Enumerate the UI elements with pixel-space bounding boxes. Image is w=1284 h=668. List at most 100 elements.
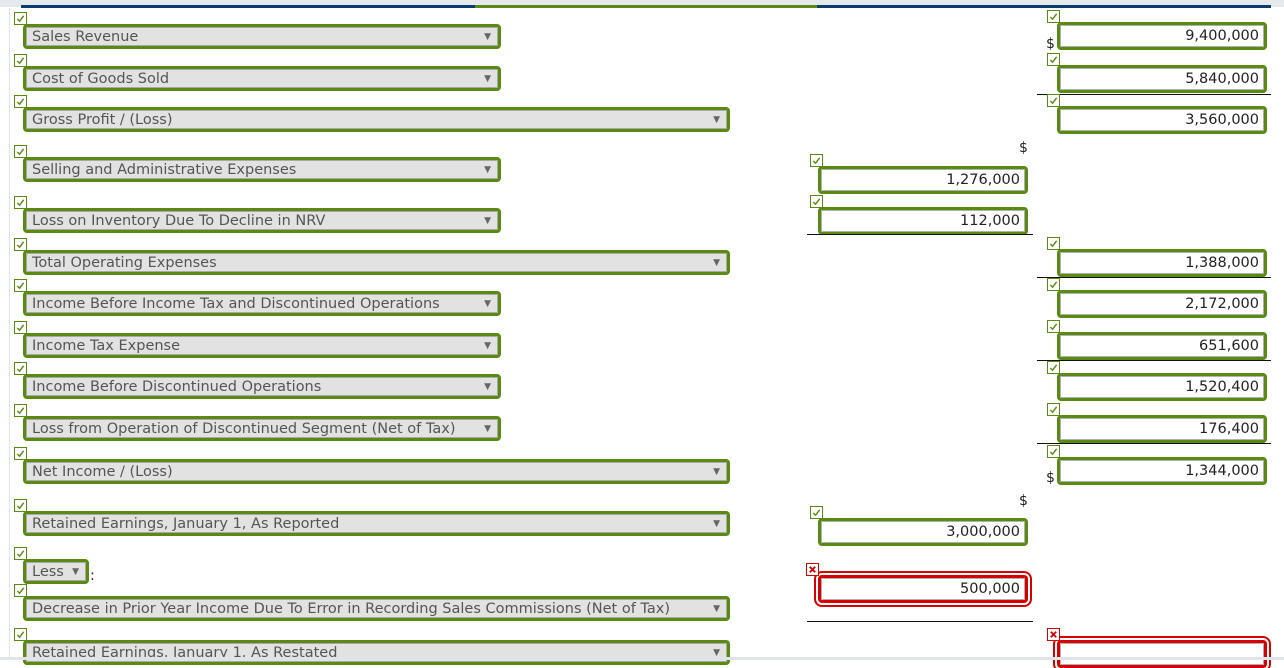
row-1-account-dropdown[interactable]: Sales Revenue ▼ (23, 24, 501, 49)
row-12-amount-input-value: 3,000,000 (946, 524, 1020, 540)
chevron-down-icon: ▼ (484, 31, 491, 42)
row-4-amount-input[interactable]: 1,276,000 (818, 166, 1028, 194)
row-12-account-dropdown[interactable]: Retained Earnings, January 1, As Reporte… (23, 511, 730, 536)
account-label: Income Before Discontinued Operations (32, 378, 322, 395)
account-label: Retained Earnings, January 1, As Reporte… (32, 515, 340, 532)
left-rail (9, 8, 10, 660)
row-10-total-input[interactable]: 176,400 (1057, 415, 1267, 443)
row-11-total-input[interactable]: 1,344,000 (1057, 457, 1267, 485)
row-15-account-dropdown[interactable]: Retained Earnings, January 1, As Restate… (23, 640, 730, 665)
row-12-amount-input[interactable]: 3,000,000 (818, 518, 1028, 546)
row-10-total-input-value: 176,400 (1199, 421, 1259, 437)
row-11-total-input-value: 1,344,000 (1185, 463, 1259, 479)
correct-check-icon (1047, 278, 1060, 291)
row-8-total-input-value: 651,600 (1199, 338, 1259, 354)
row-6-total-input-value: 1,388,000 (1185, 255, 1259, 271)
row-14-amount-input[interactable]: 500,000 (814, 571, 1032, 607)
chevron-down-icon: ▼ (484, 73, 491, 84)
chevron-down-icon: ▼ (484, 298, 491, 309)
row-3-account-dropdown[interactable]: Gross Profit / (Loss) ▼ (23, 107, 730, 132)
top-progress-bar (0, 0, 1284, 8)
row-1-total-input-value: 9,400,000 (1185, 28, 1259, 44)
row-11-account-dropdown[interactable]: Net Income / (Loss) ▼ (23, 459, 730, 484)
row-7-account-dropdown[interactable]: Income Before Income Tax and Discontinue… (23, 291, 501, 316)
account-label: Income Tax Expense (32, 337, 181, 354)
correct-check-icon (14, 321, 27, 334)
row-4-account-dropdown[interactable]: Selling and Administrative Expenses ▼ (23, 157, 501, 182)
correct-check-icon (1047, 445, 1060, 458)
row-2-total-input-value: 5,840,000 (1185, 71, 1259, 87)
correct-check-icon (14, 362, 27, 375)
correct-check-icon (14, 238, 27, 251)
account-label: Income Before Income Tax and Discontinue… (32, 295, 440, 312)
chevron-down-icon: ▼ (713, 257, 720, 268)
correct-check-icon (14, 145, 27, 158)
correct-check-icon (1047, 320, 1060, 333)
correct-check-icon (14, 547, 27, 560)
correct-check-icon (14, 279, 27, 292)
chevron-down-icon: ▼ (484, 340, 491, 351)
chevron-down-icon: ▼ (484, 215, 491, 226)
row-5-amount-input-value: 112,000 (960, 213, 1020, 229)
correct-check-icon (14, 54, 27, 67)
correct-check-icon (14, 404, 27, 417)
row-2-account-dropdown[interactable]: Cost of Goods Sold ▼ (23, 66, 501, 91)
row-2-total-input[interactable]: 5,840,000 (1057, 65, 1267, 93)
correct-check-icon (1047, 361, 1060, 374)
correct-check-icon (14, 95, 27, 108)
row-1-total-input[interactable]: 9,400,000 (1057, 22, 1267, 50)
correct-check-icon (1047, 237, 1060, 250)
incorrect-x-icon (1047, 628, 1060, 641)
account-label: Decrease in Prior Year Income Due To Err… (32, 600, 671, 617)
correct-check-icon (14, 447, 27, 460)
row-10-account-dropdown[interactable]: Loss from Operation of Discontinued Segm… (23, 416, 501, 441)
account-label: Loss on Inventory Due To Decline in NRV (32, 212, 326, 229)
row-6-total-input[interactable]: 1,388,000 (1057, 249, 1267, 277)
row-9-total-input[interactable]: 1,520,400 (1057, 373, 1267, 401)
row-5-account-dropdown[interactable]: Loss on Inventory Due To Decline in NRV ▼ (23, 208, 501, 233)
account-label: Less (32, 563, 64, 580)
correct-check-icon (14, 12, 27, 25)
correct-check-icon (1047, 10, 1060, 23)
chevron-down-icon: ▼ (484, 164, 491, 175)
row-6-account-dropdown[interactable]: Total Operating Expenses ▼ (23, 250, 730, 275)
incorrect-x-icon (806, 563, 819, 576)
account-label: Total Operating Expenses (32, 254, 217, 271)
row-13-account-dropdown[interactable]: Less ▼ (23, 559, 89, 584)
row-14-amount-input-value: 500,000 (960, 581, 1020, 597)
row-12-mid-dollar-sign: $ (1019, 493, 1028, 509)
correct-check-icon (1047, 94, 1060, 107)
row-7-total-input[interactable]: 2,172,000 (1057, 290, 1267, 318)
account-label: Loss from Operation of Discontinued Segm… (32, 420, 456, 437)
row-5-amount-input[interactable]: 112,000 (818, 207, 1028, 235)
progress-active-segment (475, 5, 817, 8)
correct-check-icon (810, 195, 823, 208)
correct-check-icon (14, 196, 27, 209)
correct-check-icon (14, 584, 27, 597)
row-3-subtotal-rule (1037, 94, 1271, 95)
row-9-subtotal-rule (1037, 360, 1271, 361)
chevron-down-icon: ▼ (713, 647, 720, 658)
correct-check-icon (1047, 403, 1060, 416)
row-15-total-input[interactable] (1053, 636, 1271, 668)
row-14-account-dropdown[interactable]: Decrease in Prior Year Income Due To Err… (23, 596, 730, 621)
account-label: Cost of Goods Sold (32, 70, 170, 87)
row-5-subtotal-rule (807, 234, 1033, 235)
chevron-down-icon: ▼ (713, 466, 720, 477)
chevron-down-icon: ▼ (713, 114, 720, 125)
row-1-right-dollar-sign: $ (1046, 36, 1055, 52)
row-3-total-input-value: 3,560,000 (1185, 112, 1259, 128)
account-label: Sales Revenue (32, 28, 139, 45)
row-11-right-dollar-sign: $ (1046, 470, 1055, 486)
row-8-account-dropdown[interactable]: Income Tax Expense ▼ (23, 333, 501, 358)
row-9-account-dropdown[interactable]: Income Before Discontinued Operations ▼ (23, 374, 501, 399)
row-3-total-input[interactable]: 3,560,000 (1057, 106, 1267, 134)
chevron-down-icon: ▼ (484, 423, 491, 434)
row-7-subtotal-rule (1037, 277, 1271, 278)
row-9-total-input-value: 1,520,400 (1185, 379, 1259, 395)
account-label: Selling and Administrative Expenses (32, 161, 297, 178)
row-7-total-input-value: 2,172,000 (1185, 296, 1259, 312)
row-8-total-input[interactable]: 651,600 (1057, 332, 1267, 360)
chevron-down-icon: ▼ (484, 381, 491, 392)
chevron-down-icon: ▼ (72, 566, 79, 577)
